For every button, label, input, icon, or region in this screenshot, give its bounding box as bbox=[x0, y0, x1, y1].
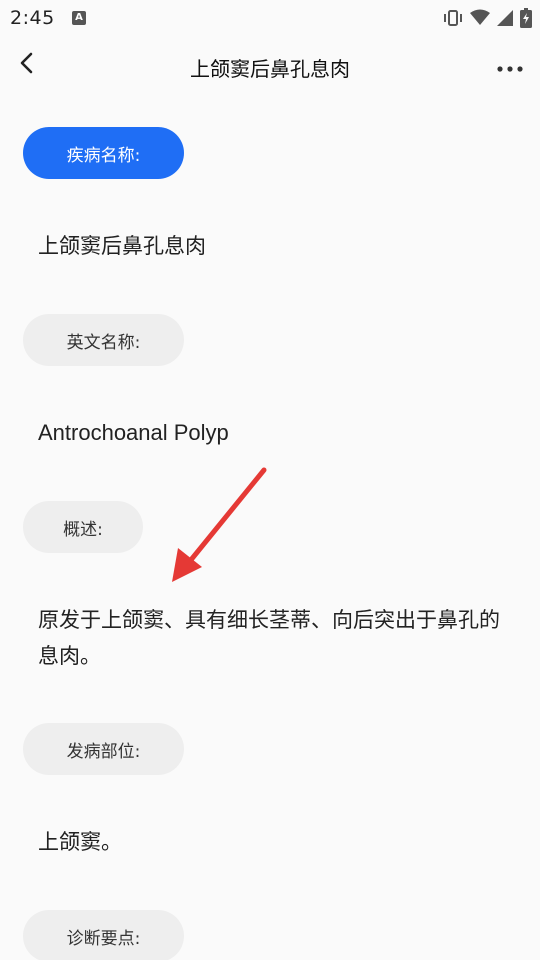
chip-label: 发病部位: bbox=[66, 741, 141, 762]
chip-label: 诊断要点: bbox=[66, 928, 141, 949]
page-title: 上颌窦后鼻孔息肉 bbox=[190, 57, 350, 81]
chip-overview[interactable]: 概述: bbox=[23, 501, 143, 553]
status-time: 2:45 bbox=[10, 7, 55, 29]
location-value: 上颌窦。 bbox=[38, 830, 122, 854]
chip-label: 概述: bbox=[63, 519, 103, 540]
more-button[interactable] bbox=[494, 52, 526, 80]
chip-label: 疾病名称: bbox=[66, 145, 141, 166]
status-icons bbox=[442, 8, 532, 28]
signal-icon bbox=[496, 9, 514, 27]
chip-label: 英文名称: bbox=[66, 332, 141, 353]
chip-diagnosis-points[interactable]: 诊断要点: bbox=[23, 910, 184, 960]
chip-english-name[interactable]: 英文名称: bbox=[23, 314, 184, 366]
english-name-value: Antrochoanal Polyp bbox=[38, 420, 229, 445]
annotation-arrow-icon bbox=[172, 467, 267, 582]
disease-name-value: 上颌窦后鼻孔息肉 bbox=[38, 234, 206, 258]
app-header: 上颌窦后鼻孔息肉 bbox=[0, 38, 540, 96]
overview-value: 原发于上颌窦、具有细长茎蒂、向后突出于鼻孔的息肉。 bbox=[38, 608, 500, 668]
screen: 2:45 A 上颌窦后鼻孔息肉 疾病名称: 上颌窦后鼻孔息肉 英文名称: Ant… bbox=[0, 0, 540, 960]
chip-disease-name[interactable]: 疾病名称: bbox=[23, 127, 184, 179]
status-bar: 2:45 A bbox=[0, 0, 540, 38]
vibrate-icon bbox=[442, 9, 464, 27]
chip-location[interactable]: 发病部位: bbox=[23, 723, 184, 775]
a-letter-icon: A bbox=[72, 11, 86, 25]
battery-charging-icon bbox=[520, 8, 532, 28]
more-horizontal-icon bbox=[497, 57, 523, 76]
wifi-icon bbox=[470, 9, 490, 27]
